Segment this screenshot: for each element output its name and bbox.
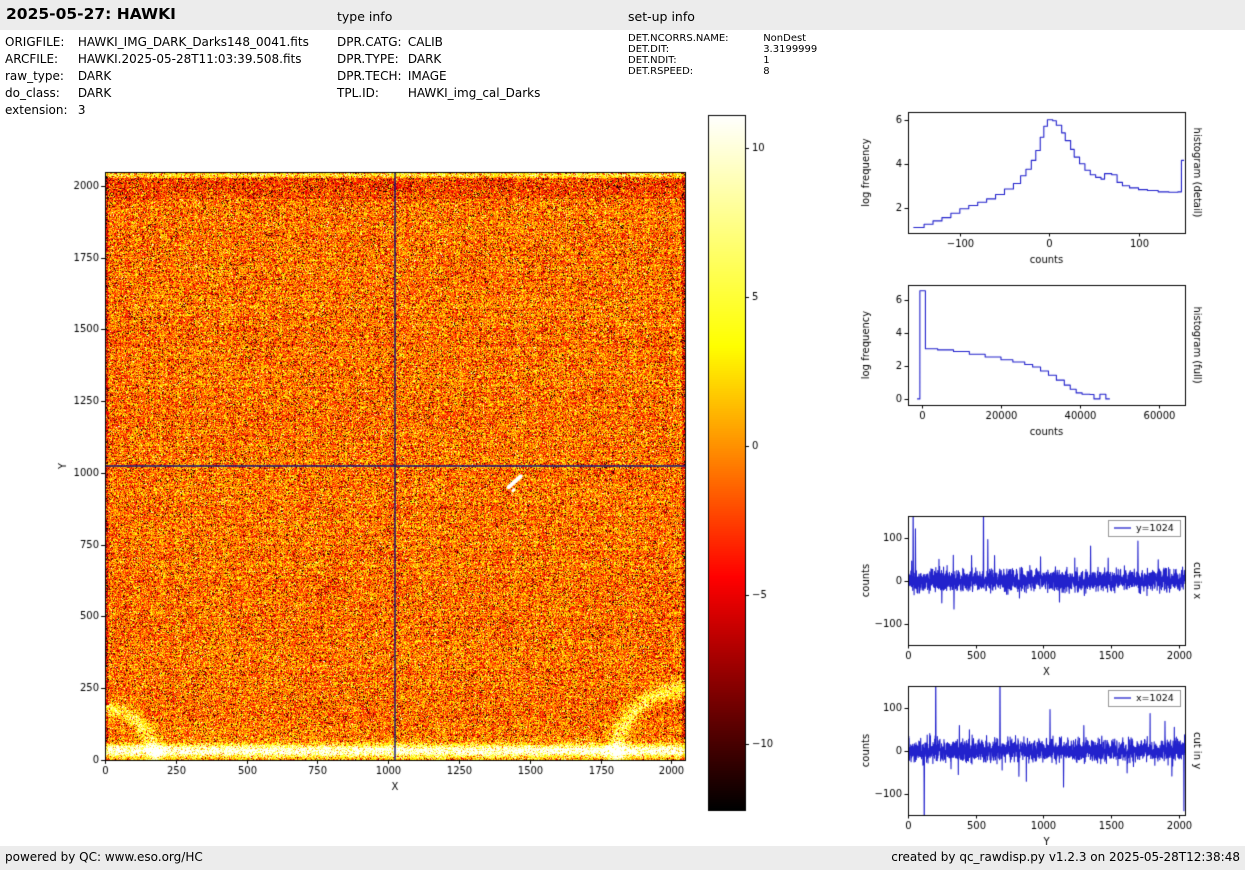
- meta-row-ncorrs: DET.NCORRS.NAME: NonDest: [628, 33, 806, 44]
- meta-label: extension:: [5, 103, 68, 117]
- meta-row-do-class: do_class: DARK: [5, 86, 111, 100]
- meta-row-dpr-tech: DPR.TECH: IMAGE: [337, 69, 447, 83]
- qc-report-page: 2025-05-27: HAWKI type info set-up info …: [0, 0, 1245, 870]
- meta-value: 3: [77, 103, 86, 117]
- meta-label: DET.NCORRS.NAME:: [628, 33, 729, 44]
- meta-value: IMAGE: [407, 69, 447, 83]
- meta-row-ndit: DET.NDIT: 1: [628, 55, 770, 66]
- setup-info-heading: set-up info: [628, 9, 695, 24]
- cut-in-x-plot: [850, 500, 1215, 685]
- meta-label: raw_type:: [5, 69, 64, 83]
- cut-in-y-plot: [850, 663, 1215, 845]
- meta-row-arcfile: ARCFILE: HAWKI.2025-05-28T11:03:39.508.f…: [5, 52, 302, 66]
- meta-label: DPR.TECH:: [337, 69, 402, 83]
- dark-frame-image-plot: [40, 145, 710, 810]
- meta-value: HAWKI.2025-05-28T11:03:39.508.fits: [77, 52, 302, 66]
- header-bar: [0, 0, 1245, 30]
- meta-label: DPR.TYPE:: [337, 52, 399, 66]
- footer-created-by: created by qc_rawdisp.py v1.2.3 on 2025-…: [891, 850, 1240, 864]
- meta-value: DARK: [77, 69, 112, 83]
- meta-value: HAWKI_IMG_DARK_Darks148_0041.fits: [77, 35, 309, 49]
- meta-row-dit: DET.DIT: 3.3199999: [628, 44, 817, 55]
- histogram-full-plot: [850, 270, 1215, 455]
- meta-row-raw-type: raw_type: DARK: [5, 69, 111, 83]
- type-info-heading: type info: [337, 9, 393, 24]
- meta-value: 8: [763, 66, 770, 77]
- meta-value: 1: [763, 55, 770, 66]
- colorbar: [705, 110, 790, 815]
- meta-label: DET.DIT:: [628, 44, 670, 55]
- meta-value: 3.3199999: [763, 44, 818, 55]
- meta-label: TPL.ID:: [337, 86, 379, 100]
- meta-row-tpl-id: TPL.ID: HAWKI_img_cal_Darks: [337, 86, 540, 100]
- meta-label: DET.NDIT:: [628, 55, 677, 66]
- meta-row-dpr-type: DPR.TYPE: DARK: [337, 52, 441, 66]
- meta-label: DET.RSPEED:: [628, 66, 694, 77]
- meta-label: ORIGFILE:: [5, 35, 65, 49]
- meta-label: DPR.CATG:: [337, 35, 402, 49]
- meta-value: DARK: [407, 52, 442, 66]
- meta-row-dpr-catg: DPR.CATG: CALIB: [337, 35, 443, 49]
- meta-value: NonDest: [763, 33, 807, 44]
- meta-row-extension: extension: 3: [5, 103, 85, 117]
- meta-row-rspeed: DET.RSPEED: 8: [628, 66, 770, 77]
- histogram-detail-plot: [850, 95, 1215, 280]
- meta-value: CALIB: [407, 35, 443, 49]
- page-title: 2025-05-27: HAWKI: [6, 5, 176, 23]
- meta-value: HAWKI_img_cal_Darks: [407, 86, 541, 100]
- footer-powered-by: powered by QC: www.eso.org/HC: [5, 850, 203, 864]
- meta-label: do_class:: [5, 86, 60, 100]
- meta-label: ARCFILE:: [5, 52, 59, 66]
- meta-value: DARK: [77, 86, 112, 100]
- meta-row-origfile: ORIGFILE: HAWKI_IMG_DARK_Darks148_0041.f…: [5, 35, 309, 49]
